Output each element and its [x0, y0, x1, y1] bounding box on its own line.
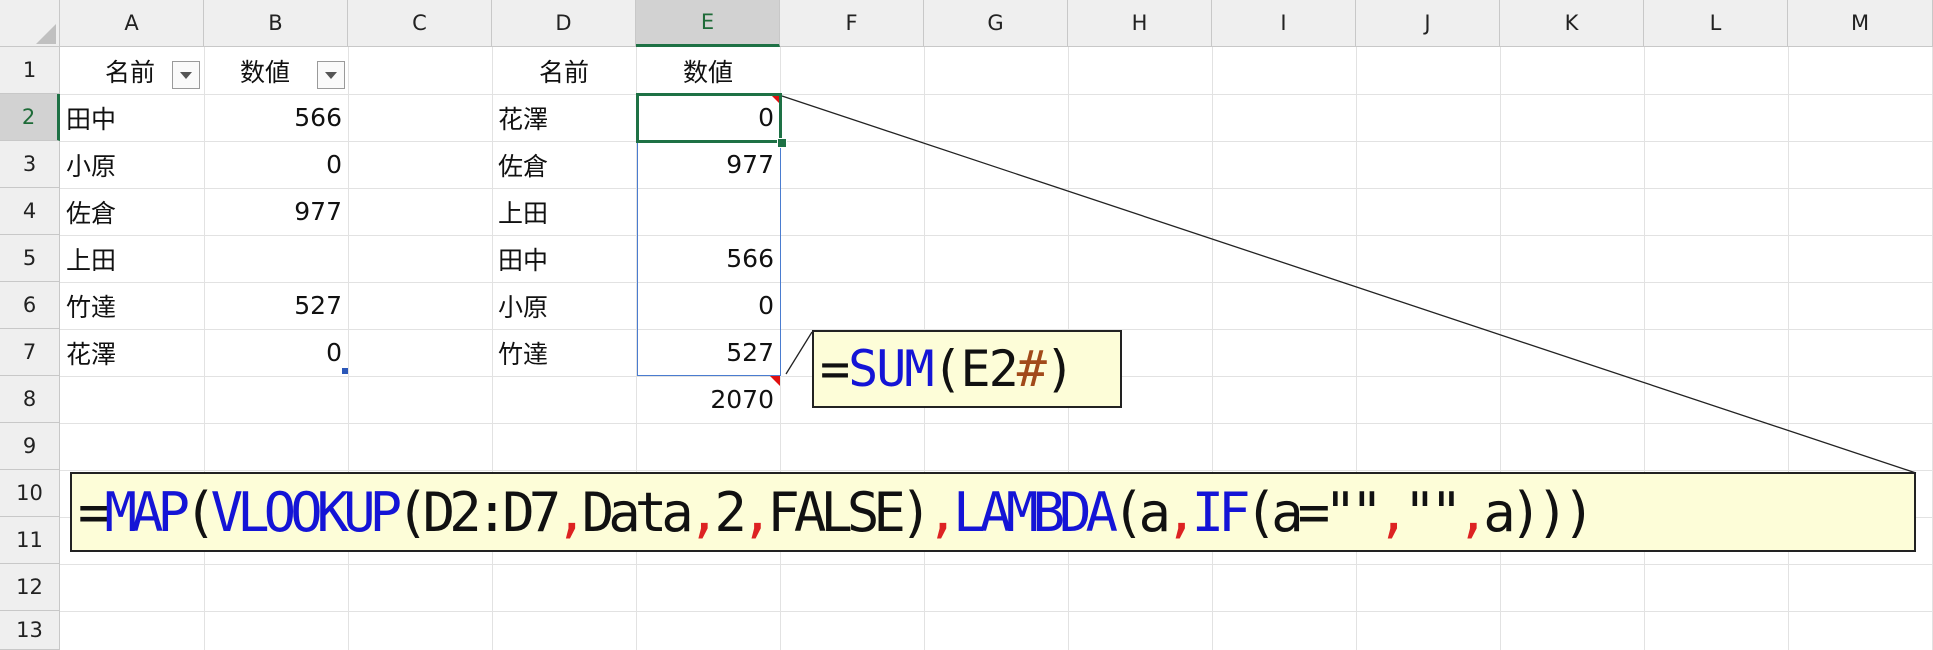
cell-A5[interactable]: 上田	[60, 235, 204, 282]
formula-function: IF	[1191, 480, 1251, 544]
row-header-8[interactable]: 8	[0, 376, 60, 423]
cell-E8-total[interactable]: 2070	[636, 376, 780, 423]
connector-line-sum	[785, 331, 813, 375]
cell-A3[interactable]: 小原	[60, 141, 204, 188]
cell-D3[interactable]: 佐倉	[492, 141, 636, 188]
cell-D4[interactable]: 上田	[492, 188, 636, 235]
column-header-I[interactable]: I	[1212, 0, 1356, 47]
cell-B4[interactable]: 977	[204, 188, 348, 235]
formula-function: SUM	[848, 340, 934, 398]
cell-E1[interactable]: 数値	[636, 47, 780, 94]
formula-separator: ,	[926, 480, 958, 544]
column-header-J[interactable]: J	[1356, 0, 1500, 47]
row-header-11[interactable]: 11	[0, 517, 60, 564]
formula-token: (a	[1112, 480, 1171, 544]
cell-A2[interactable]: 田中	[60, 94, 204, 141]
cell-D5[interactable]: 田中	[492, 235, 636, 282]
formula-token: 2	[714, 480, 746, 544]
connector-line-map	[781, 95, 1917, 474]
formula-function: LAMBDA	[952, 480, 1118, 544]
cell-A7[interactable]: 花澤	[60, 329, 204, 376]
formula-token: )	[1044, 340, 1075, 398]
formula-token: =	[820, 340, 850, 398]
row-header-4[interactable]: 4	[0, 188, 60, 235]
formula-token: FALSE)	[767, 480, 932, 544]
active-cell-border	[636, 93, 782, 143]
column-header-K[interactable]: K	[1500, 0, 1644, 47]
spreadsheet: ABCDEFGHIJKLM 1 2 3 4 5 6 7 8 9 10 11 12 13 名前 数値 田中…	[0, 0, 1933, 650]
column-header-G[interactable]: G	[924, 0, 1068, 47]
row-header-10[interactable]: 10	[0, 470, 60, 517]
formula-function: MAP	[104, 480, 191, 544]
cell-B3[interactable]: 0	[204, 141, 348, 188]
column-header-B[interactable]: B	[204, 0, 348, 47]
formula-spill-operator: #	[1016, 340, 1047, 398]
cell-A6[interactable]: 竹達	[60, 282, 204, 329]
row-header-1[interactable]: 1	[0, 47, 60, 94]
formula-separator: ,	[1165, 480, 1197, 544]
formula-separator: ,	[555, 480, 587, 544]
column-header-F[interactable]: F	[780, 0, 924, 47]
column-header-H[interactable]: H	[1068, 0, 1212, 47]
formula-token: (E2	[932, 340, 1018, 398]
cell-B2[interactable]: 566	[204, 94, 348, 141]
select-all-corner[interactable]	[0, 0, 60, 47]
formula-token: (a=""	[1244, 480, 1384, 544]
filter-dropdown-button-b[interactable]	[317, 61, 345, 89]
cell-B6[interactable]: 527	[204, 282, 348, 329]
row-header-9[interactable]: 9	[0, 423, 60, 470]
column-header-L[interactable]: L	[1644, 0, 1788, 47]
fill-handle[interactable]	[777, 138, 787, 148]
formula-separator: ,	[1377, 480, 1409, 544]
formula-token: (	[184, 480, 216, 544]
callout-sum-formula: = SUM (E2 #)	[812, 330, 1122, 408]
cell-A4[interactable]: 佐倉	[60, 188, 204, 235]
row-header-5[interactable]: 5	[0, 235, 60, 282]
column-header-A[interactable]: A	[60, 0, 204, 47]
row-header-12[interactable]: 12	[0, 564, 60, 611]
formula-token: a)))	[1483, 480, 1595, 544]
filter-dropdown-button-a[interactable]	[172, 61, 200, 89]
formula-token: Data	[581, 480, 694, 544]
cell-D6[interactable]: 小原	[492, 282, 636, 329]
chevron-down-icon	[325, 71, 337, 79]
formula-function: VLOOKUP	[210, 480, 403, 544]
callout-map-formula: = MAP(VLOOKUP (D2:D7, Data, 2, FALSE), LAMBDA(…	[70, 472, 1916, 552]
formula-separator: ,	[687, 480, 720, 544]
formula-token: ""	[1403, 480, 1463, 544]
cell-D7[interactable]: 竹達	[492, 329, 636, 376]
column-header-M[interactable]: M	[1788, 0, 1933, 47]
column-header-E[interactable]: E	[636, 0, 780, 47]
header-value-label: 数値	[239, 57, 290, 87]
cell-D1[interactable]: 名前	[492, 47, 636, 94]
row-header-3[interactable]: 3	[0, 141, 60, 188]
formula-token: =	[78, 480, 110, 544]
row-header-7[interactable]: 7	[0, 329, 60, 376]
chevron-down-icon	[180, 71, 192, 79]
column-header-D[interactable]: D	[492, 0, 636, 47]
formula-separator: ,	[740, 480, 773, 544]
cell-D2[interactable]: 花澤	[492, 94, 636, 141]
cell-B7[interactable]: 0	[204, 329, 348, 376]
row-header-13[interactable]: 13	[0, 611, 60, 650]
column-header-C[interactable]: C	[348, 0, 492, 47]
select-all-triangle-icon	[36, 24, 56, 44]
cell-B5[interactable]	[204, 235, 348, 282]
row-header-2[interactable]: 2	[0, 94, 60, 141]
row-header-6[interactable]: 6	[0, 282, 60, 329]
header-name-label: 名前	[104, 57, 155, 87]
table-resize-handle[interactable]	[342, 368, 348, 374]
formula-separator: ,	[1456, 480, 1489, 544]
formula-token: (D2:D7	[396, 480, 561, 544]
